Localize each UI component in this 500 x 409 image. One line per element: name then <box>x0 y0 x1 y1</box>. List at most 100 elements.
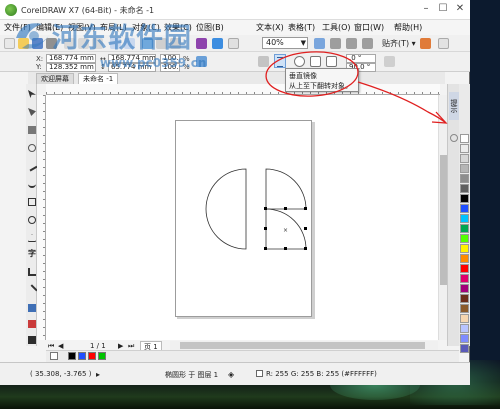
import-icon[interactable] <box>156 38 167 49</box>
open-icon[interactable] <box>18 38 29 49</box>
connector-tool-icon[interactable] <box>26 284 38 296</box>
start-angle-field[interactable]: .0 ° <box>346 54 376 63</box>
add-docker-icon[interactable] <box>450 134 458 142</box>
palette-swatch[interactable] <box>460 294 469 303</box>
undo-icon[interactable] <box>110 38 121 49</box>
shape-tool-icon[interactable] <box>28 108 36 116</box>
palette-swatch[interactable] <box>460 214 469 223</box>
snap-to-button[interactable]: 贴齐(T) ▾ <box>382 38 416 49</box>
crop-tool-icon[interactable] <box>28 126 36 134</box>
direction-icon[interactable] <box>384 56 395 67</box>
copy-icon[interactable] <box>78 38 89 49</box>
doc-color-swatch[interactable] <box>68 352 76 360</box>
drop-shadow-icon[interactable] <box>28 304 36 312</box>
palette-swatch[interactable] <box>460 204 469 213</box>
vertical-scrollbar[interactable] <box>438 95 447 340</box>
redo-icon[interactable] <box>124 38 135 49</box>
palette-swatch[interactable] <box>460 324 469 333</box>
cut-icon[interactable] <box>64 38 75 49</box>
palette-swatch[interactable] <box>460 274 469 283</box>
show-guidelines-icon[interactable] <box>362 38 373 49</box>
lock-ratio-icon[interactable] <box>196 56 207 67</box>
top-quarter-circle-shape[interactable] <box>265 168 307 210</box>
menu-edit[interactable]: 编辑(E) <box>36 22 63 33</box>
menu-tools[interactable]: 工具(O) <box>322 22 351 33</box>
pick-tool-icon[interactable] <box>28 90 36 98</box>
tab-untitled[interactable]: 未命名 -1 <box>78 73 119 84</box>
paste-icon[interactable] <box>92 38 103 49</box>
palette-swatch[interactable] <box>460 194 469 203</box>
menu-bitmaps[interactable]: 位图(B) <box>196 22 224 33</box>
zoom-level-select[interactable]: 40% ▼ <box>262 37 308 49</box>
search-content-icon[interactable] <box>142 38 153 49</box>
horizontal-scrollbar[interactable] <box>170 341 438 350</box>
hints-tab[interactable]: 提示 <box>449 92 459 120</box>
vertical-ruler[interactable] <box>37 95 46 340</box>
palette-swatch[interactable] <box>460 344 469 353</box>
play-icon[interactable]: ▸ <box>96 370 100 379</box>
freehand-tool-icon[interactable] <box>26 160 38 172</box>
horizontal-scroll-thumb[interactable] <box>180 342 425 349</box>
left-half-circle-shape[interactable] <box>205 168 247 250</box>
show-rulers-icon[interactable] <box>330 38 341 49</box>
zoom-tool-icon[interactable] <box>28 144 36 152</box>
height-field[interactable]: 65.774 mm <box>108 63 156 72</box>
full-screen-preview-icon[interactable] <box>314 38 325 49</box>
doc-color-swatch[interactable] <box>88 352 96 360</box>
fill-tool-icon[interactable] <box>28 336 36 344</box>
close-button[interactable]: ✕ <box>452 2 468 16</box>
scale-y-field[interactable]: 100.0 <box>160 63 180 72</box>
palette-swatch[interactable] <box>460 224 469 233</box>
menu-effects[interactable]: 效果(C) <box>164 22 192 33</box>
menu-help[interactable]: 帮助(H) <box>394 22 422 33</box>
menu-object[interactable]: 对象(C) <box>132 22 160 33</box>
corel-connect-icon[interactable] <box>212 38 223 49</box>
horizontal-ruler[interactable] <box>46 84 440 95</box>
rectangle-tool-icon[interactable] <box>28 198 36 206</box>
polygon-tool-icon[interactable] <box>28 234 36 242</box>
palette-swatch[interactable] <box>460 244 469 253</box>
mirror-horizontal-icon[interactable] <box>258 56 269 67</box>
palette-swatch[interactable] <box>460 134 469 143</box>
palette-swatch[interactable] <box>460 304 469 313</box>
palette-swatch[interactable] <box>460 264 469 273</box>
maximize-button[interactable]: ☐ <box>435 2 451 16</box>
no-color-swatch[interactable] <box>50 352 58 360</box>
x-position-field[interactable]: 168.774 mm <box>46 54 96 63</box>
text-tool-icon[interactable]: 字 <box>28 250 36 258</box>
y-position-field[interactable]: 128.352 mm <box>46 63 96 72</box>
doc-color-swatch[interactable] <box>78 352 86 360</box>
menu-window[interactable]: 窗口(W) <box>354 22 384 33</box>
palette-swatch[interactable] <box>460 234 469 243</box>
save-icon[interactable] <box>32 38 43 49</box>
palette-swatch[interactable] <box>460 314 469 323</box>
fill-color-swatch[interactable] <box>256 370 263 377</box>
ellipse-tool-icon[interactable] <box>28 216 36 224</box>
palette-swatch[interactable] <box>460 144 469 153</box>
parallel-dimension-icon[interactable] <box>28 268 36 276</box>
vertical-scroll-thumb[interactable] <box>440 155 447 285</box>
arc-icon[interactable] <box>310 56 321 67</box>
doc-color-swatch[interactable] <box>98 352 106 360</box>
publish-pdf-icon[interactable] <box>196 38 207 49</box>
export-icon[interactable] <box>170 38 181 49</box>
palette-swatch[interactable] <box>460 254 469 263</box>
palette-swatch[interactable] <box>460 174 469 183</box>
show-grid-icon[interactable] <box>346 38 357 49</box>
palette-swatch[interactable] <box>460 284 469 293</box>
menu-view[interactable]: 视图(V) <box>68 22 96 33</box>
app-launcher-icon[interactable] <box>228 38 239 49</box>
minimize-button[interactable]: – <box>418 2 434 16</box>
menu-file[interactable]: 文件(F) <box>4 22 31 33</box>
palette-swatch[interactable] <box>460 184 469 193</box>
drawing-canvas[interactable]: × <box>46 95 438 340</box>
smart-drawing-icon[interactable] <box>28 180 36 188</box>
launch-icon[interactable] <box>438 38 449 49</box>
menu-table[interactable]: 表格(T) <box>288 22 315 33</box>
menu-layout[interactable]: 布局(L) <box>100 22 127 33</box>
new-document-icon[interactable] <box>4 38 15 49</box>
eyedropper-icon[interactable] <box>28 320 36 328</box>
palette-swatch[interactable] <box>460 164 469 173</box>
menu-text[interactable]: 文本(X) <box>256 22 284 33</box>
tab-welcome[interactable]: 欢迎屏幕 <box>36 73 74 84</box>
